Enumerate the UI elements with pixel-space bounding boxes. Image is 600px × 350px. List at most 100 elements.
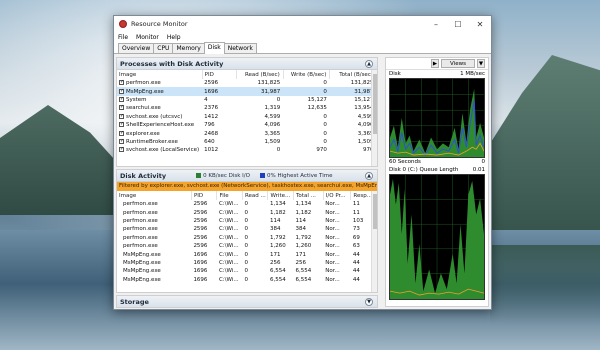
- process-cell: 12,635: [307, 105, 327, 112]
- process-checkbox[interactable]: [119, 96, 124, 102]
- process-cell: 31,987: [236, 87, 284, 96]
- queue-graph-scale: 0.01: [472, 167, 485, 173]
- process-image-label: searchui.exe: [126, 105, 161, 112]
- col-pid[interactable]: PID: [202, 70, 238, 79]
- tab-network[interactable]: Network: [223, 43, 257, 53]
- process-cell: 1412: [204, 113, 219, 120]
- disk-row[interactable]: perfmon.exe 2596 C:\Wi... 0 1,182 1,182 Nor...…: [117, 208, 377, 216]
- disk-row[interactable]: perfmon.exe 2596 C:\Wi... 0 1,260 1,260 Nor...…: [117, 242, 377, 250]
- disk-row[interactable]: perfmon.exe 2596 C:\Wi... 0 114 114 Nor... 103: [117, 217, 377, 225]
- col-image[interactable]: Image: [117, 70, 203, 79]
- process-checkbox[interactable]: [119, 88, 124, 94]
- left-pane: Processes with Disk Activity ▲ Image PID…: [116, 57, 378, 309]
- process-row[interactable]: System 4 0 15,127 15,127: [117, 96, 377, 104]
- process-row[interactable]: explorer.exe 2468 3,365 0 3,365: [117, 129, 377, 137]
- disk-cell: perfmon.exe: [123, 201, 158, 208]
- process-row[interactable]: RuntimeBroker.exe 640 1,509 0 1,509: [117, 138, 377, 146]
- processes-scroll-thumb[interactable]: [373, 74, 377, 134]
- disk-row[interactable]: MsMpEng.exe 1696 C:\Wi... 0 6,554 6,554 Nor...…: [117, 276, 377, 284]
- storage-section: Storage ▼: [116, 295, 378, 308]
- process-checkbox[interactable]: [119, 104, 124, 111]
- tab-memory[interactable]: Memory: [172, 43, 205, 53]
- processes-scrollbar[interactable]: [371, 70, 377, 166]
- views-dropdown[interactable]: Views: [441, 59, 475, 68]
- process-image-label: svchost.exe (utcsvc): [126, 113, 183, 120]
- maximize-icon[interactable]: ☐: [447, 16, 469, 32]
- disk-row[interactable]: MsMpEng.exe 1696 C:\Wi... 0 256 256 Nor... 44: [117, 259, 377, 267]
- disk-row[interactable]: MsMpEng.exe 1696 C:\Wi... 0 171 171 Nor... 44: [117, 250, 377, 258]
- col-total[interactable]: Total ...: [293, 191, 324, 200]
- process-image-label: MsMpEng.exe: [126, 88, 164, 95]
- process-cell: 970: [363, 147, 374, 154]
- process-cell: 4: [204, 96, 208, 103]
- process-checkbox[interactable]: [119, 79, 124, 86]
- menu-help[interactable]: Help: [167, 34, 181, 41]
- disk-cell: C:\Wi...: [218, 217, 239, 224]
- chevron-down-icon[interactable]: ▼: [477, 59, 485, 68]
- time-axis-label: 60 Seconds 0: [386, 158, 488, 166]
- disk-cell: C:\Wi...: [218, 234, 239, 241]
- process-row[interactable]: MsMpEng.exe169631,987031,987: [117, 87, 377, 96]
- disk-cell: 171: [269, 251, 281, 258]
- menu-bar: File Monitor Help: [114, 32, 491, 42]
- disk-activity-title: Disk Activity: [120, 171, 167, 180]
- tab-cpu[interactable]: CPU: [153, 43, 174, 53]
- process-image-label: System: [126, 96, 147, 103]
- process-row[interactable]: ShellExperienceHost.exe 796 4,096 0 4,096: [117, 121, 377, 129]
- process-row[interactable]: svchost.exe (LocalService) 1012 0 970 970: [117, 146, 377, 154]
- collapse-icon[interactable]: ▲: [365, 60, 373, 68]
- expand-icon[interactable]: ▼: [365, 298, 373, 306]
- disk-cell: C:\Wi...: [218, 243, 239, 250]
- col-image[interactable]: Image: [117, 191, 192, 200]
- col-file[interactable]: File: [216, 191, 243, 200]
- disk-cell: Nor...: [325, 209, 340, 216]
- tab-overview[interactable]: Overview: [118, 43, 155, 53]
- process-image-label: perfmon.exe: [126, 80, 161, 87]
- process-image-cell: System: [117, 96, 202, 104]
- process-checkbox[interactable]: [119, 138, 124, 144]
- process-checkbox[interactable]: [119, 130, 124, 136]
- process-cell: 796: [204, 122, 215, 129]
- col-total[interactable]: Total (B/sec): [329, 70, 377, 79]
- disk-cell: C:\Wi...: [218, 259, 239, 266]
- disk-cell: 384: [295, 226, 307, 233]
- col-write[interactable]: Write (B/sec): [283, 70, 331, 79]
- tab-disk[interactable]: Disk: [203, 42, 225, 54]
- process-checkbox[interactable]: [119, 146, 124, 153]
- process-row[interactable]: perfmon.exe 2596 131,825 0 131,825: [117, 79, 377, 87]
- menu-monitor[interactable]: Monitor: [136, 34, 159, 41]
- disk-scroll-thumb[interactable]: [373, 194, 377, 229]
- process-row[interactable]: svchost.exe (utcsvc) 1412 4,599 0 4,599: [117, 113, 377, 121]
- col-read[interactable]: Read ...: [242, 191, 269, 200]
- process-image-label: explorer.exe: [126, 130, 160, 137]
- menu-file[interactable]: File: [118, 34, 128, 41]
- disk-row[interactable]: perfmon.exe 2596 C:\Wi... 0 1,792 1,792 Nor...…: [117, 234, 377, 242]
- process-checkbox[interactable]: [119, 121, 124, 128]
- disk-cell: 0: [244, 226, 248, 233]
- process-checkbox[interactable]: [119, 113, 124, 119]
- col-write[interactable]: Write...: [267, 191, 294, 200]
- disk-io-legend: 0 KB/sec Disk I/O: [196, 172, 250, 179]
- col-read[interactable]: Read (B/sec): [236, 70, 284, 79]
- views-bar: ▶ Views ▼: [386, 58, 488, 70]
- close-icon[interactable]: ✕: [469, 16, 491, 32]
- disk-row[interactable]: perfmon.exe 2596 C:\Wi... 0 1,134 1,134 Nor...…: [117, 200, 377, 208]
- queue-graph-title: Disk 0 (C:) Queue Length: [389, 167, 459, 173]
- disk-row[interactable]: perfmon.exe 2596 C:\Wi... 0 384 384 Nor... 73: [117, 225, 377, 233]
- disk-activity-header[interactable]: Disk Activity 0 KB/sec Disk I/O 0% Highe…: [117, 170, 377, 182]
- process-row[interactable]: searchui.exe 2376 1,319 12,635 13,954: [117, 104, 377, 112]
- filter-bar[interactable]: Filtered by explorer.exe, svchost.exe (N…: [117, 182, 377, 191]
- collapse-icon[interactable]: ▲: [365, 172, 373, 180]
- disk-row[interactable]: MsMpEng.exe 1696 C:\Wi... 0 6,554 6,554 Nor...…: [117, 267, 377, 275]
- storage-header[interactable]: Storage ▼: [117, 296, 377, 307]
- disk-header-row: Image PID File Read ... Write... Total .…: [117, 191, 377, 200]
- minimize-icon[interactable]: –: [425, 16, 447, 32]
- col-pid[interactable]: PID: [191, 191, 218, 200]
- title-bar[interactable]: Resource Monitor – ☐ ✕: [114, 16, 491, 32]
- disk-scrollbar[interactable]: [371, 191, 377, 292]
- expand-pane-icon[interactable]: ▶: [431, 59, 439, 68]
- disk-cell: C:\Wi...: [218, 226, 239, 233]
- col-io-priority[interactable]: I/O Pr...: [323, 191, 352, 200]
- processes-header[interactable]: Processes with Disk Activity ▲: [117, 58, 377, 70]
- graphs-pane: ▶ Views ▼ Disk 1 MB/sec 60 Seconds 0 Dis…: [385, 57, 489, 307]
